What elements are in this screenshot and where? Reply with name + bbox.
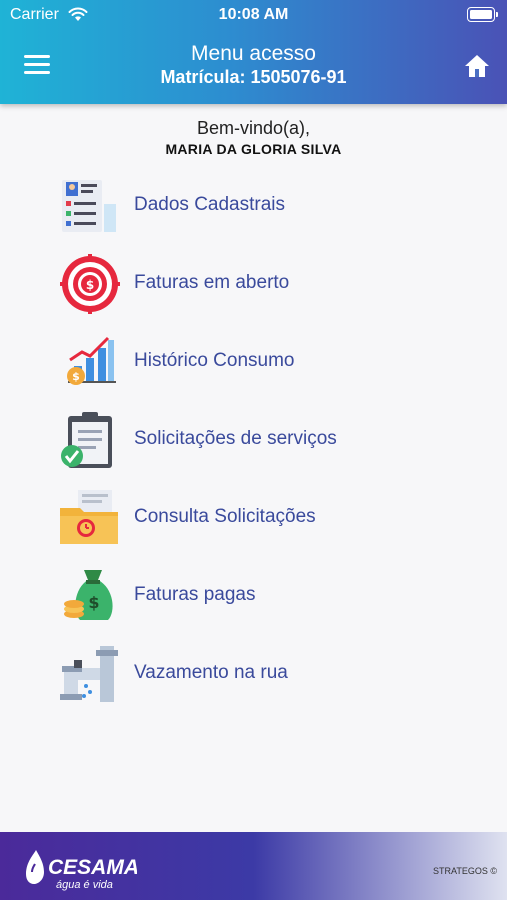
welcome-text: Bem-vindo(a), [196,118,311,138]
menu-item-dados-cadastrais[interactable]: Dados Cadastrais [56,174,456,238]
clipboard-check-icon [61,412,112,468]
money-bag-icon: $ [64,570,113,620]
home-icon[interactable] [463,52,491,80]
svg-text:$: $ [72,370,80,383]
menu-item-historico-consumo[interactable]: $ Histórico Consumo [56,330,456,394]
status-bar: Carrier 10:08 AM [0,0,507,30]
menu-item-label: Dados Cadastrais [134,194,286,215]
folder-clock-icon [60,490,118,544]
profile-card-icon [62,180,116,232]
app-footer: CESAMA água é vida STRATEGOS © [0,832,507,900]
menu-item-label: Vazamento na rua [134,662,288,683]
svg-text:$: $ [86,278,94,292]
cesama-logo: CESAMA água é vida [26,850,137,891]
page-title: Menu acesso [191,42,316,65]
menu-item-label: Histórico Consumo [134,350,295,371]
registration-number: Matrícula: 1505076-91 [160,67,347,87]
dollar-target-icon: $ [60,254,120,314]
menu-item-label: Solicitações de serviços [134,428,337,449]
svg-text:água é vida: água é vida [56,879,113,891]
menu-item-faturas-pagas[interactable]: $ Faturas pagas [56,564,456,628]
menu-item-vazamento-na-rua[interactable]: Vazamento na rua [56,642,456,706]
clock: 10:08 AM [218,6,289,23]
user-name: MARIA DA GLORIA SILVA [165,141,342,157]
svg-text:$: $ [88,593,99,612]
menu-item-faturas-em-aberto[interactable]: $ Faturas em aberto [56,252,456,316]
menu-item-label: Faturas em aberto [134,272,290,293]
strategos-credit: STRATEGOS © [433,866,497,876]
menu-item-solicitacoes-servicos[interactable]: Solicitações de serviços [56,408,456,472]
menu-item-consulta-solicitacoes[interactable]: Consulta Solicitações [56,486,456,550]
svg-text:CESAMA: CESAMA [48,856,137,879]
app-header: Carrier 10:08 AM Menu acesso Matrícula: … [0,0,507,104]
menu-item-label: Faturas pagas [134,584,256,605]
bar-chart-icon: $ [67,336,116,385]
menu-item-label: Consulta Solicitações [134,506,316,527]
pipe-leak-icon [60,646,118,702]
battery-icon [467,7,498,22]
